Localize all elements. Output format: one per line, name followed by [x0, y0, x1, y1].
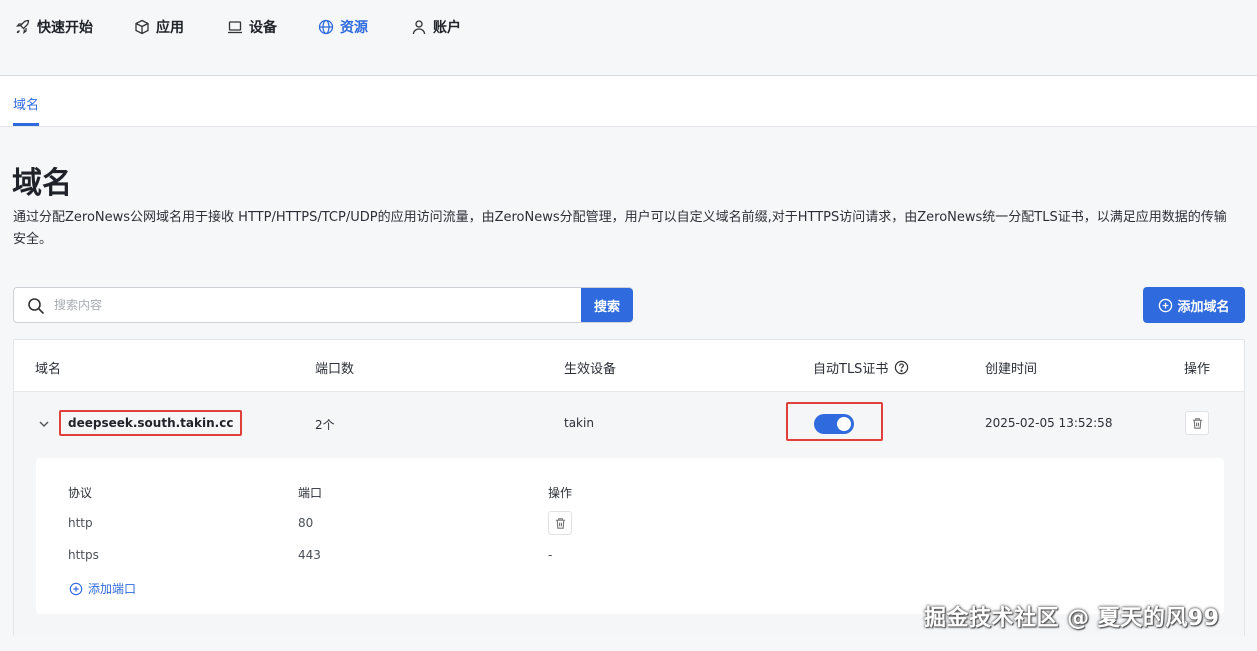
search-input[interactable]	[54, 294, 574, 316]
nav-item-apps[interactable]: 应用	[134, 14, 184, 40]
port-protocol-cell: https	[68, 548, 99, 562]
search-icon	[28, 298, 45, 315]
add-domain-label: 添加域名	[1177, 299, 1230, 315]
chevron-down-icon[interactable]	[37, 417, 51, 431]
column-header-ports: 端口数	[315, 362, 355, 377]
nav-label: 快速开始	[37, 20, 93, 36]
search-button[interactable]: 搜索	[581, 288, 633, 322]
nav-label: 设备	[249, 20, 277, 36]
created-time-cell: 2025-02-05 13:52:58	[985, 416, 1113, 430]
laptop-icon	[228, 21, 242, 34]
globe-icon	[318, 19, 334, 35]
domain-table: 域名 端口数 生效设备 自动TLS证书 创建时间 操作 deepseek.sou…	[13, 339, 1245, 636]
search-box	[13, 287, 633, 323]
cube-icon	[135, 19, 149, 35]
port-number-cell: 443	[298, 548, 321, 562]
watermark: 掘金技术社区 @ 夏天的风99	[924, 606, 1220, 631]
tab-active-indicator	[13, 123, 39, 126]
plus-circle-icon	[1159, 298, 1173, 312]
user-icon	[412, 20, 426, 35]
column-header-actions: 操作	[1184, 362, 1211, 377]
device-cell: takin	[564, 416, 594, 430]
port-count-cell: 2个	[315, 418, 335, 432]
nav-label: 账户	[433, 20, 461, 36]
nav-item-resources[interactable]: 资源	[318, 14, 368, 40]
column-header-auto-tls: 自动TLS证书	[813, 358, 909, 377]
ports-header-port: 端口	[298, 486, 323, 500]
auto-tls-toggle[interactable]	[814, 414, 854, 434]
top-nav: 快速开始 应用 设备 资源 账户	[0, 0, 1257, 76]
trash-icon	[555, 517, 565, 529]
port-protocol-cell: http	[68, 516, 93, 530]
nav-item-devices[interactable]: 设备	[227, 14, 277, 40]
sub-tabs: 域名	[0, 76, 1257, 127]
nav-item-quickstart[interactable]: 快速开始	[15, 14, 93, 40]
column-header-device: 生效设备	[564, 362, 617, 377]
trash-icon	[1192, 417, 1202, 429]
ports-header-actions: 操作	[548, 486, 573, 500]
column-header-created: 创建时间	[985, 362, 1038, 377]
ports-header-protocol: 协议	[68, 486, 93, 500]
nav-item-account[interactable]: 账户	[411, 14, 461, 40]
page-title: 域名	[12, 166, 72, 201]
domain-name-cell: deepseek.south.takin.cc	[59, 410, 243, 436]
add-port-button[interactable]: 添加端口	[69, 580, 136, 597]
nav-label: 应用	[156, 20, 184, 36]
port-number-cell: 80	[298, 516, 314, 530]
delete-port-button[interactable]	[548, 511, 572, 535]
page-description: 通过分配ZeroNews公网域名用于接收 HTTP/HTTPS/TCP/UDP的…	[13, 210, 1227, 247]
rocket-icon	[16, 19, 30, 34]
port-action-cell: -	[548, 548, 553, 562]
delete-domain-button[interactable]	[1185, 411, 1209, 435]
toggle-knob	[837, 417, 851, 431]
plus-circle-icon	[69, 582, 83, 595]
help-icon[interactable]	[894, 360, 909, 375]
column-header-domain: 域名	[35, 362, 62, 377]
auto-tls-cell	[786, 402, 883, 441]
add-port-label: 添加端口	[88, 582, 137, 596]
add-domain-button[interactable]: 添加域名	[1143, 287, 1245, 323]
nav-label: 资源	[340, 20, 368, 36]
tab-domain[interactable]: 域名	[13, 94, 39, 113]
ports-panel: 协议 端口 操作 http 80 https 443 - 添加端口	[36, 458, 1224, 614]
